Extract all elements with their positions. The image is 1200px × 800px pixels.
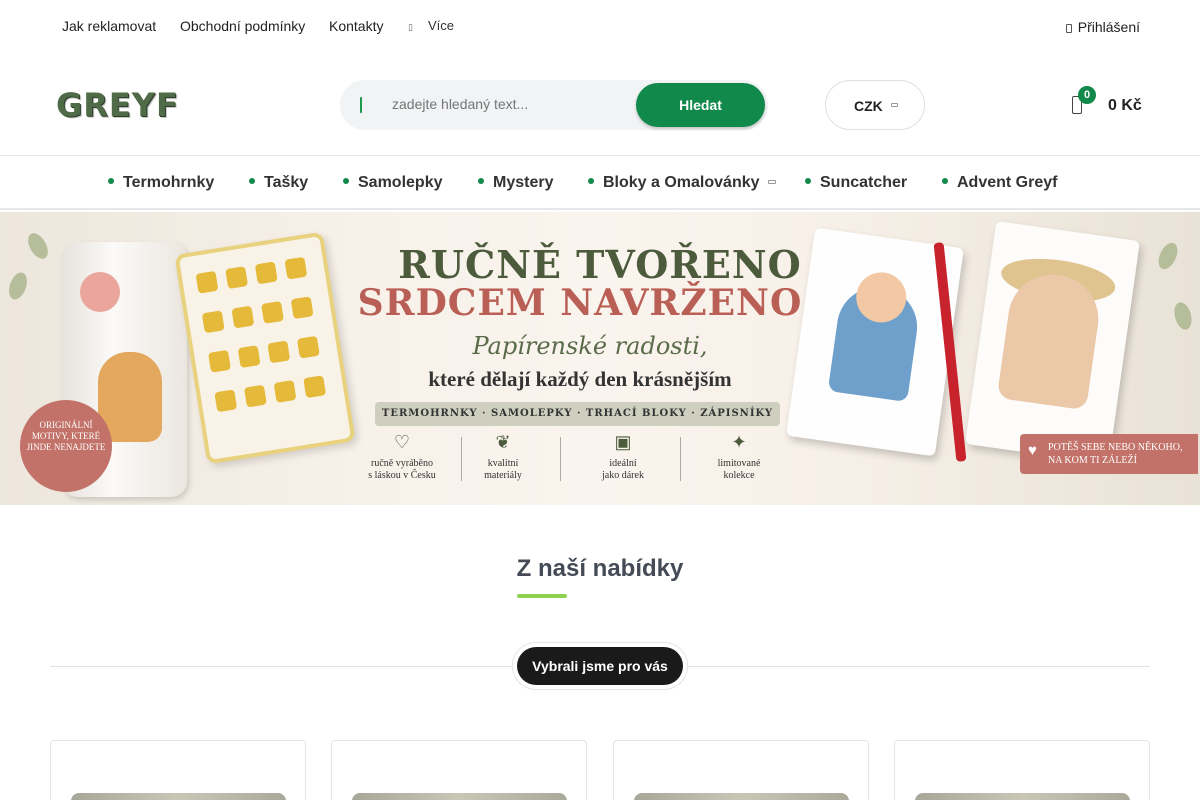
product-card[interactable] bbox=[50, 740, 306, 800]
gift-icon: ▣ bbox=[614, 432, 632, 452]
leaf-icon: ❦ bbox=[495, 432, 511, 452]
sticker-icon bbox=[273, 379, 297, 403]
hero-banner[interactable]: ORIGINÁLNÍ MOTIVY, KTERÉ JINDE NENAJDETE… bbox=[0, 212, 1200, 505]
feature-line2: s láskou v Česku bbox=[368, 470, 436, 481]
nav-item-label: Bloky a Omalovánky bbox=[603, 174, 760, 191]
nav-item-label: Tašky bbox=[264, 174, 309, 191]
more-label: Více bbox=[428, 18, 455, 33]
cart-count-badge: 0 bbox=[1078, 86, 1096, 104]
feature-handmade: ♡ ručně vyráběno s láskou v Česku bbox=[357, 430, 447, 482]
nav-item-termohrnky[interactable]: Termohrnky bbox=[108, 174, 214, 192]
cart-button[interactable]: 0 0 Kč bbox=[1070, 86, 1150, 126]
hero-script: Papírenské radosti, bbox=[472, 332, 708, 360]
feature-divider bbox=[560, 437, 561, 481]
chevron-down-icon bbox=[891, 103, 898, 107]
product-card[interactable] bbox=[894, 740, 1150, 800]
gift-ribbon: ♥ POTĚŠ SEBE NEBO NĚKOHO, NA KOM TI ZÁLE… bbox=[1020, 434, 1198, 474]
sticker-icon bbox=[303, 375, 327, 399]
sticker-icon bbox=[214, 389, 238, 413]
original-motifs-badge: ORIGINÁLNÍ MOTIVY, KTERÉ JINDE NENAJDETE bbox=[20, 400, 112, 492]
feature-gift: ▣ ideální jako dárek bbox=[578, 430, 668, 482]
nav-item-bloky-a-omalovanky[interactable]: Bloky a Omalovánky bbox=[588, 174, 776, 192]
search-input[interactable] bbox=[392, 96, 622, 112]
feature-line1: ideální bbox=[609, 458, 637, 469]
hand-heart-icon: ♡ bbox=[393, 432, 411, 452]
search-icon bbox=[360, 97, 368, 113]
feature-line2: materiály bbox=[484, 470, 522, 481]
feature-divider bbox=[680, 437, 681, 481]
more-menu[interactable]: ▯ Více bbox=[408, 18, 454, 33]
sticker-icon bbox=[237, 345, 261, 369]
sticker-icon bbox=[267, 340, 291, 364]
feature-line2: kolekce bbox=[723, 470, 755, 481]
bullet-icon bbox=[343, 178, 349, 184]
ribbon-line2: NA KOM TI ZÁLEŽÍ bbox=[1048, 455, 1137, 466]
nav-item-label: Mystery bbox=[493, 174, 554, 191]
product-card[interactable] bbox=[331, 740, 587, 800]
leaf-decoration bbox=[1171, 300, 1195, 332]
product-image[interactable] bbox=[634, 793, 849, 800]
heart-icon: ♥ bbox=[1028, 443, 1037, 459]
bullet-icon bbox=[588, 178, 594, 184]
link-kontakty[interactable]: Kontakty bbox=[329, 18, 383, 34]
link-jak-reklamovat[interactable]: Jak reklamovat bbox=[62, 18, 156, 34]
nav-item-mystery[interactable]: Mystery bbox=[478, 174, 553, 192]
top-utility-bar: Jak reklamovat Obchodní podmínky Kontakt… bbox=[0, 0, 1200, 55]
main-navigation: Termohrnky Tašky Samolepky Mystery Bloky… bbox=[0, 155, 1200, 210]
feature-line1: ručně vyráběno bbox=[371, 458, 433, 469]
currency-label: CZK bbox=[854, 98, 883, 114]
nav-item-label: Advent Greyf bbox=[957, 174, 1058, 191]
chevron-down-icon bbox=[767, 180, 776, 184]
product-image[interactable] bbox=[71, 793, 286, 800]
nav-item-tasky[interactable]: Tašky bbox=[249, 174, 308, 192]
product-image[interactable] bbox=[915, 793, 1130, 800]
section-title: Z naší nabídky bbox=[516, 555, 684, 582]
sparkle-icon: ✦ bbox=[731, 432, 747, 452]
search-button[interactable]: Hledat bbox=[636, 83, 765, 127]
login-label: Přihlášení bbox=[1077, 19, 1140, 35]
feature-limited: ✦ limitované kolekce bbox=[694, 430, 784, 482]
hero-categories-strip: TERMOHRNKY · SAMOLEPKY · TRHACÍ BLOKY · … bbox=[375, 402, 780, 426]
hero-tagline: které dělají každý den krásnějším bbox=[428, 367, 732, 391]
search-bar: Hledat bbox=[340, 80, 768, 130]
tab-vybrali-jsme-pro-vas[interactable]: Vybrali jsme pro vás bbox=[517, 647, 683, 685]
nav-item-label: Termohrnky bbox=[123, 174, 215, 191]
nav-item-label: Samolepky bbox=[358, 174, 443, 191]
bullet-icon bbox=[108, 178, 114, 184]
more-icon: ▯ bbox=[408, 22, 413, 32]
feature-line2: jako dárek bbox=[602, 470, 644, 481]
currency-selector[interactable]: CZK bbox=[825, 80, 925, 130]
nav-item-advent-greyf[interactable]: Advent Greyf bbox=[942, 174, 1057, 192]
nav-item-label: Suncatcher bbox=[820, 174, 908, 191]
ribbon-line1: POTĚŠ SEBE NEBO NĚKOHO, bbox=[1048, 442, 1183, 453]
user-icon bbox=[1065, 24, 1072, 33]
section-title-underline bbox=[517, 594, 567, 598]
product-card[interactable] bbox=[613, 740, 869, 800]
product-image[interactable] bbox=[352, 793, 567, 800]
sticker-icon bbox=[243, 384, 267, 408]
bullet-icon bbox=[478, 178, 484, 184]
bullet-icon bbox=[249, 178, 255, 184]
feature-line1: limitované bbox=[717, 458, 761, 469]
link-obchodni-podminky[interactable]: Obchodní podmínky bbox=[180, 18, 305, 34]
site-logo[interactable]: GREYF bbox=[56, 86, 179, 124]
nav-item-samolepky[interactable]: Samolepky bbox=[343, 174, 442, 192]
bullet-icon bbox=[805, 178, 811, 184]
login-link[interactable]: Přihlášení bbox=[1065, 19, 1140, 35]
tab-switcher: Vybrali jsme pro vás bbox=[512, 642, 688, 690]
feature-quality: ❦ kvalitní materiály bbox=[458, 430, 548, 482]
sticker-icon bbox=[208, 349, 231, 373]
girl-notebook-illustration bbox=[965, 221, 1140, 464]
girl-illustration bbox=[996, 269, 1104, 411]
cart-total: 0 Kč bbox=[1108, 97, 1142, 114]
nav-item-suncatcher[interactable]: Suncatcher bbox=[805, 174, 907, 192]
feature-line1: kvalitní bbox=[487, 458, 519, 469]
bullet-icon bbox=[942, 178, 948, 184]
sticker-icon bbox=[296, 335, 320, 359]
